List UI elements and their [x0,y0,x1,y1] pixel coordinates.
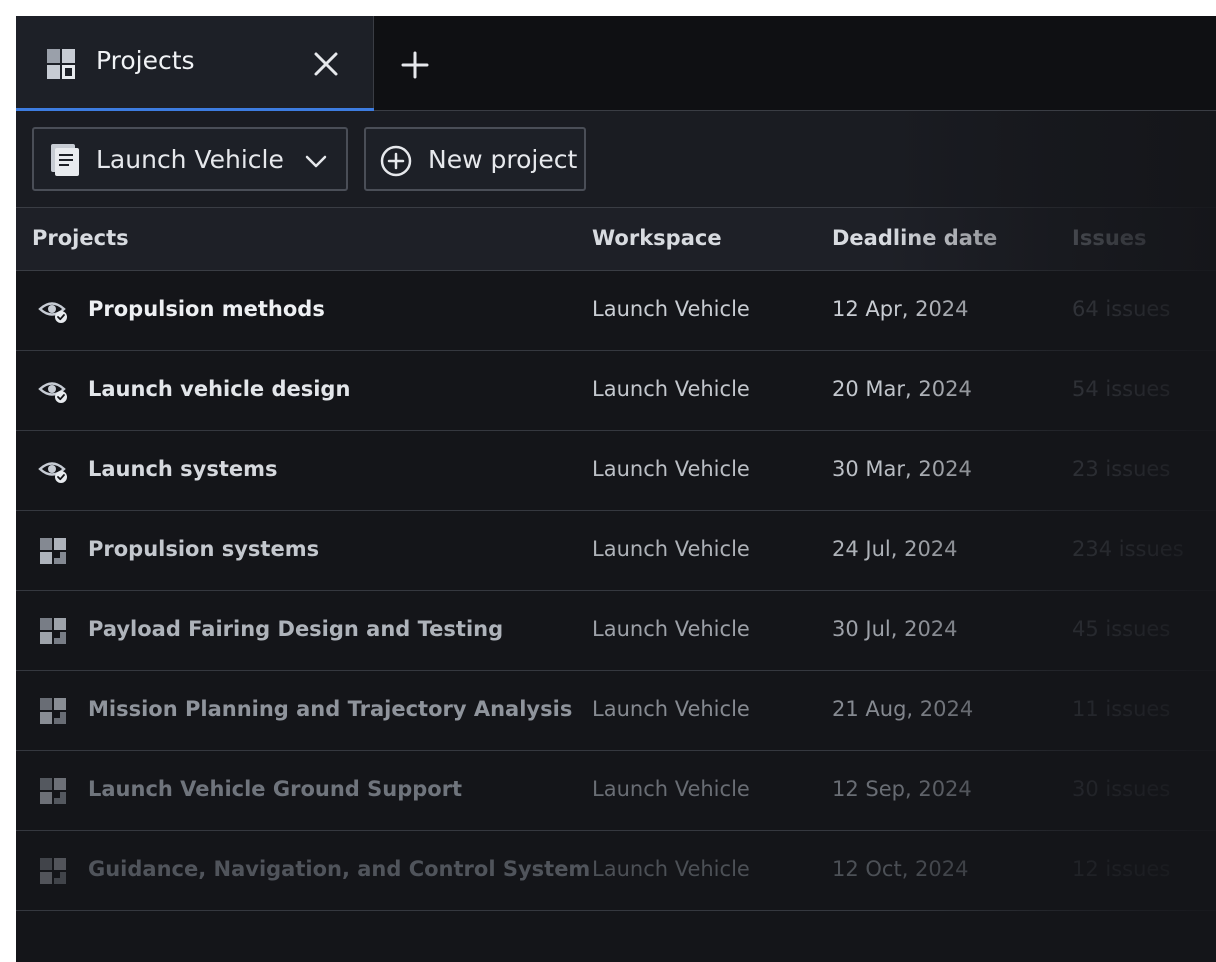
workspace-select-value: Launch Vehicle [96,145,284,174]
plus-icon[interactable] [400,50,430,80]
table-row[interactable]: Mission Planning and Trajectory Analysis… [16,671,1216,751]
column-header-deadline[interactable]: Deadline date [832,226,997,250]
table-header: Projects Workspace Deadline date Issues [16,208,1216,271]
project-workspace: Launch Vehicle [592,617,750,641]
project-name[interactable]: Mission Planning and Trajectory Analysis [88,697,572,721]
table-row[interactable]: Launch systems Launch Vehicle 30 Mar, 2024… [16,431,1216,511]
project-issues-count: 234 issues [1072,537,1184,561]
project-deadline: 21 Aug, 2024 [832,697,974,721]
project-deadline: 24 Jul, 2024 [832,537,958,561]
watched-icon [38,377,68,405]
project-workspace: Launch Vehicle [592,297,750,321]
workspace-select[interactable]: Launch Vehicle [32,127,348,191]
project-icon [38,617,68,645]
project-name[interactable]: Launch systems [88,457,278,481]
project-deadline: 30 Jul, 2024 [832,617,958,641]
project-issues-count: 45 issues [1072,617,1171,641]
project-issues-count: 12 issues [1072,857,1171,881]
projects-icon [47,49,75,79]
project-workspace: Launch Vehicle [592,777,750,801]
column-header-workspace[interactable]: Workspace [592,226,722,250]
project-icon [38,537,68,565]
project-icon [38,697,68,725]
watched-icon [38,297,68,325]
table-row[interactable]: Propulsion systems Launch Vehicle 24 Jul, … [16,511,1216,591]
project-issues-count: 30 issues [1072,777,1171,801]
table-row[interactable]: Payload Fairing Design and Testing Launch… [16,591,1216,671]
project-name[interactable]: Launch Vehicle Ground Support [88,777,462,801]
close-icon[interactable] [312,50,340,78]
project-workspace: Launch Vehicle [592,457,750,481]
project-name[interactable]: Payload Fairing Design and Testing [88,617,503,641]
chevron-down-icon [305,155,327,168]
project-issues-count: 11 issues [1072,697,1171,721]
table-row[interactable]: Guidance, Navigation, and Control System… [16,831,1216,911]
project-issues-count: 23 issues [1072,457,1171,481]
project-deadline: 12 Sep, 2024 [832,777,972,801]
project-deadline: 12 Apr, 2024 [832,297,969,321]
project-icon [38,777,68,805]
project-workspace: Launch Vehicle [592,697,750,721]
project-name[interactable]: Launch vehicle design [88,377,350,401]
watched-icon [38,457,68,485]
table-row[interactable]: Propulsion methods Launch Vehicle 12 Apr, … [16,271,1216,351]
project-deadline: 30 Mar, 2024 [832,457,972,481]
tab-bar: Projects [16,16,1216,111]
new-project-label: New project [428,145,578,174]
new-project-button[interactable]: New project [364,127,586,191]
column-header-projects[interactable]: Projects [32,226,129,250]
project-name[interactable]: Propulsion systems [88,537,319,561]
project-deadline: 20 Mar, 2024 [832,377,972,401]
table-row[interactable]: Launch Vehicle Ground Support Launch Vehi… [16,751,1216,831]
project-icon [38,857,68,885]
tab-projects[interactable]: Projects [16,16,374,111]
project-name[interactable]: Guidance, Navigation, and Control System [88,857,590,881]
project-workspace: Launch Vehicle [592,537,750,561]
project-issues-count: 64 issues [1072,297,1171,321]
plus-circle-icon [380,145,412,177]
toolbar: Launch Vehicle New project [16,111,1216,208]
project-workspace: Launch Vehicle [592,857,750,881]
project-issues-count: 54 issues [1072,377,1171,401]
table-row[interactable]: Launch vehicle design Launch Vehicle 20 Ma… [16,351,1216,431]
project-workspace: Launch Vehicle [592,377,750,401]
project-name[interactable]: Propulsion methods [88,297,325,321]
column-header-issues[interactable]: Issues [1072,226,1147,250]
project-deadline: 12 Oct, 2024 [832,857,969,881]
document-icon [51,144,79,176]
tab-label: Projects [96,46,195,75]
projects-panel: Projects Launch Vehicle New project Proj… [16,16,1216,962]
